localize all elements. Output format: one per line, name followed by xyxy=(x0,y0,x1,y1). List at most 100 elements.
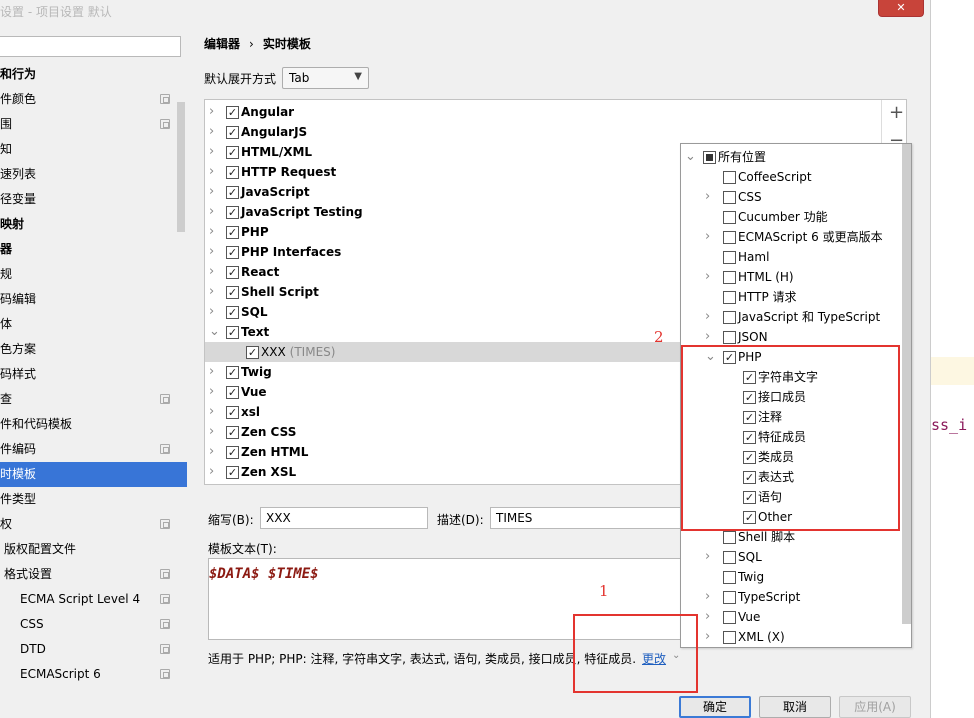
context-item[interactable]: Haml xyxy=(681,247,901,267)
template-group-row[interactable]: › ✓ Shell Script xyxy=(205,282,682,302)
group-checkbox[interactable]: ✓ xyxy=(226,386,239,399)
chevron-right-icon[interactable]: › xyxy=(209,442,219,462)
context-checkbox[interactable] xyxy=(723,551,736,564)
group-checkbox[interactable]: ✓ xyxy=(226,366,239,379)
chevron-right-icon[interactable]: › xyxy=(209,302,219,322)
group-checkbox[interactable]: ✓ xyxy=(226,286,239,299)
context-checkbox[interactable] xyxy=(723,591,736,604)
context-item[interactable]: › ECMAScript 6 或更高版本 xyxy=(681,227,901,247)
sidebar-item[interactable]: CSS xyxy=(0,612,187,637)
chevron-right-icon[interactable]: › xyxy=(209,202,219,222)
context-item[interactable]: › SQL xyxy=(681,547,901,567)
group-checkbox[interactable]: ✓ xyxy=(226,226,239,239)
sidebar-item[interactable]: 码样式 xyxy=(0,362,187,387)
context-item[interactable]: › XML (X) xyxy=(681,627,901,647)
sidebar-item[interactable]: 格式设置 xyxy=(0,562,187,587)
context-checkbox[interactable] xyxy=(723,311,736,324)
context-checkbox[interactable] xyxy=(723,631,736,644)
chevron-right-icon[interactable]: › xyxy=(209,162,219,182)
add-icon[interactable]: + xyxy=(889,102,904,123)
sidebar-item[interactable]: 围 xyxy=(0,112,187,137)
chevron-right-icon[interactable]: › xyxy=(209,102,219,122)
context-item[interactable]: Cucumber 功能 xyxy=(681,207,901,227)
context-checkbox[interactable] xyxy=(723,171,736,184)
chevron-right-icon[interactable]: › xyxy=(705,187,710,207)
sidebar-item[interactable]: 权 xyxy=(0,512,187,537)
context-checkbox[interactable] xyxy=(723,531,736,544)
template-group-row[interactable]: › ✓ React xyxy=(205,262,682,282)
sidebar-item[interactable]: DTD xyxy=(0,637,187,662)
sidebar-item[interactable]: 器 xyxy=(0,237,187,262)
description-input[interactable]: TIMES xyxy=(490,507,690,529)
settings-search-input[interactable] xyxy=(0,36,181,57)
abbreviation-input[interactable]: XXX xyxy=(260,507,428,529)
context-checkbox[interactable] xyxy=(723,571,736,584)
chevron-right-icon[interactable]: › xyxy=(209,462,219,482)
sidebar-item[interactable]: 码编辑 xyxy=(0,287,187,312)
context-item[interactable]: › HTML (H) xyxy=(681,267,901,287)
sidebar-item[interactable]: 色方案 xyxy=(0,337,187,362)
group-checkbox[interactable]: ✓ xyxy=(226,106,239,119)
context-item[interactable]: ⌄ 所有位置 xyxy=(681,147,901,167)
template-group-row[interactable]: › ✓ JavaScript Testing xyxy=(205,202,682,222)
context-checkbox[interactable] xyxy=(723,231,736,244)
template-group-row[interactable]: › ✓ Twig xyxy=(205,362,682,382)
template-group-row[interactable]: › ✓ Zen XSL xyxy=(205,462,682,482)
template-group-row[interactable]: › ✓ PHP xyxy=(205,222,682,242)
chevron-right-icon[interactable]: › xyxy=(705,227,710,247)
chevron-right-icon[interactable]: › xyxy=(209,142,219,162)
template-group-row[interactable]: › ✓ Angular xyxy=(205,102,682,122)
sidebar-item[interactable]: 件和代码模板 xyxy=(0,412,187,437)
context-item[interactable]: Twig xyxy=(681,567,901,587)
chevron-right-icon[interactable]: › xyxy=(209,242,219,262)
template-row[interactable]: ✓ XXX (TIMES) xyxy=(205,342,682,362)
close-button[interactable]: ✕ xyxy=(878,0,924,17)
sidebar-item[interactable]: 件编码 xyxy=(0,437,187,462)
sidebar-item[interactable]: ECMAScript 6 xyxy=(0,662,187,687)
chevron-right-icon[interactable]: › xyxy=(209,122,219,142)
group-checkbox[interactable]: ✓ xyxy=(226,326,239,339)
template-group-row[interactable]: › ✓ xsl xyxy=(205,402,682,422)
group-checkbox[interactable]: ✓ xyxy=(226,186,239,199)
chevron-right-icon[interactable]: › xyxy=(209,282,219,302)
group-checkbox[interactable]: ✓ xyxy=(226,406,239,419)
template-group-row[interactable]: › ✓ Zen HTML xyxy=(205,442,682,462)
template-group-row[interactable]: › ✓ JavaScript xyxy=(205,182,682,202)
sidebar-item[interactable]: 和行为 xyxy=(0,62,187,87)
template-group-row[interactable]: › ✓ Vue xyxy=(205,382,682,402)
sidebar-item[interactable]: 体 xyxy=(0,312,187,337)
context-item[interactable]: › JSON xyxy=(681,327,901,347)
context-item[interactable]: › Vue xyxy=(681,607,901,627)
cancel-button[interactable]: 取消 xyxy=(759,696,831,718)
group-checkbox[interactable]: ✓ xyxy=(226,306,239,319)
group-checkbox[interactable]: ✓ xyxy=(226,126,239,139)
expand-with-select[interactable]: Tab ▼ xyxy=(282,67,369,89)
context-item[interactable]: › TypeScript xyxy=(681,587,901,607)
template-group-row[interactable]: › ✓ SQL xyxy=(205,302,682,322)
context-item[interactable]: › JavaScript 和 TypeScript xyxy=(681,307,901,327)
group-checkbox[interactable]: ✓ xyxy=(226,246,239,259)
template-group-row[interactable]: › ✓ HTTP Request xyxy=(205,162,682,182)
context-item[interactable]: › CSS xyxy=(681,187,901,207)
context-checkbox[interactable] xyxy=(723,191,736,204)
chevron-down-icon[interactable]: ⌄ xyxy=(685,147,696,167)
context-checkbox[interactable] xyxy=(723,211,736,224)
chevron-right-icon[interactable]: › xyxy=(209,222,219,242)
breadcrumb-parent[interactable]: 编辑器 xyxy=(204,37,240,51)
context-checkbox[interactable] xyxy=(723,291,736,304)
sidebar-item[interactable]: 查 xyxy=(0,387,187,412)
chevron-right-icon[interactable]: › xyxy=(209,382,219,402)
group-checkbox[interactable]: ✓ xyxy=(226,166,239,179)
chevron-right-icon[interactable]: › xyxy=(705,607,710,627)
context-popup-scrollbar[interactable] xyxy=(902,144,911,624)
group-checkbox[interactable]: ✓ xyxy=(226,266,239,279)
chevron-right-icon[interactable]: › xyxy=(705,327,710,347)
group-checkbox[interactable]: ✓ xyxy=(226,426,239,439)
group-checkbox[interactable]: ✓ xyxy=(226,466,239,479)
apply-button[interactable]: 应用(A) xyxy=(839,696,911,718)
chevron-right-icon[interactable]: › xyxy=(209,262,219,282)
sidebar-item[interactable]: 映射 xyxy=(0,212,187,237)
group-checkbox[interactable]: ✓ xyxy=(246,346,259,359)
chevron-right-icon[interactable]: › xyxy=(705,267,710,287)
context-checkbox[interactable] xyxy=(723,331,736,344)
